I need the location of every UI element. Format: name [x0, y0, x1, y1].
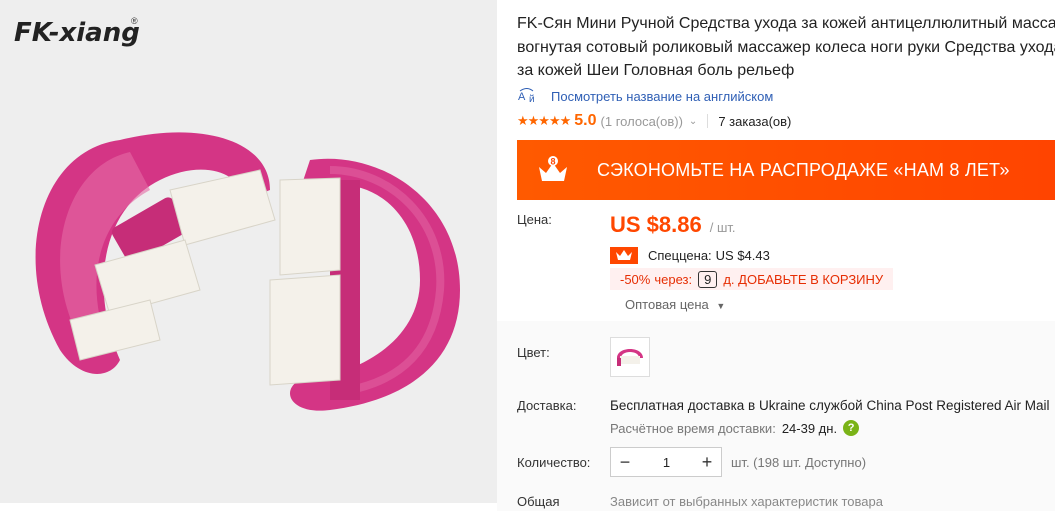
price-unit: / шт.: [709, 220, 736, 235]
days-left-badge: 9: [698, 270, 718, 288]
color-label: Цвет:: [517, 345, 550, 360]
votes-link[interactable]: (1 голоса(ов)): [601, 114, 683, 129]
eta-value: 24-39 дн.: [781, 420, 838, 436]
discount-percent: -50%: [620, 271, 651, 287]
add-to-cart-hint: д. ДОБАВЬТЕ В КОРЗИНУ: [723, 271, 884, 287]
eta-label: Расчётное время доставки:: [610, 420, 776, 436]
shipping-method[interactable]: Бесплатная доставка в Ukraine службой Ch…: [610, 398, 1055, 413]
quantity-available: шт. (198 шт. Доступно): [731, 455, 867, 470]
svg-text:й: й: [529, 94, 535, 104]
title-line: FK-Сян Мини Ручной Средства ухода за кож…: [517, 15, 1055, 32]
translate-icon: A й: [517, 88, 541, 105]
total-label: Общая: [517, 494, 560, 509]
rating-row: ★★★★★ 5.0 (1 голоса(ов)) ⌄ 7 заказа(ов): [517, 111, 791, 131]
help-icon[interactable]: ?: [843, 420, 860, 436]
options-section-bg: [497, 321, 1055, 511]
chevron-down-icon[interactable]: ⌄: [689, 116, 697, 127]
title-line: за кожей Шеи Головная боль рельеф: [517, 62, 795, 79]
svg-text:A: A: [518, 91, 526, 103]
shipping-label: Доставка:: [517, 398, 577, 413]
delivery-estimate: Расчётное время доставки: 24-39 дн. ?: [610, 420, 860, 436]
translate-label: Посмотреть название на английском: [551, 88, 774, 104]
discount-countdown: -50% через: 9 д. ДОБАВЬТЕ В КОРЗИНУ: [610, 268, 894, 290]
orders-count: 7 заказа(ов): [718, 113, 792, 129]
special-price: Спеццена: US $4.43: [610, 247, 770, 264]
price-row: US $8.86 / шт.: [610, 212, 736, 238]
star-rating-icon: ★★★★★: [517, 113, 571, 128]
product-page: FK-xiang ® FK-Сян Мини Ручной Средства у…: [0, 0, 1055, 511]
sale-crown-icon: [610, 247, 638, 264]
wholesale-price-toggle[interactable]: Оптовая цена ▼: [625, 297, 725, 312]
crown-icon: 8: [537, 155, 569, 185]
brand-logo: FK-xiang: [14, 18, 140, 48]
title-line: вогнутая сотовый роликовый массажер коле…: [517, 38, 1055, 56]
promo-banner[interactable]: 8 СЭКОНОМЬТЕ НА РАСПРОДАЖЕ «НАМ 8 ЛЕТ»: [517, 140, 1055, 200]
registered-mark: ®: [131, 16, 138, 26]
quantity-input[interactable]: 1: [639, 454, 693, 470]
price-label: Цена:: [517, 212, 552, 227]
special-price-value: US $4.43: [715, 248, 770, 263]
increase-quantity-button[interactable]: +: [693, 448, 721, 476]
translate-link[interactable]: A й Посмотреть название на английском: [517, 88, 774, 105]
divider: [707, 114, 709, 128]
rating-value: 5.0: [574, 112, 597, 129]
discount-through: через:: [654, 271, 693, 287]
quantity-stepper: − 1 +: [610, 447, 722, 477]
decrease-quantity-button[interactable]: −: [611, 448, 639, 476]
product-details: FK-Сян Мини Ручной Средства ухода за кож…: [497, 0, 1055, 511]
quantity-label: Количество:: [517, 455, 591, 470]
color-option-thumbnail[interactable]: [610, 337, 650, 377]
svg-text:8: 8: [550, 157, 555, 167]
special-price-label: Спеццена:: [648, 248, 712, 263]
wholesale-label: Оптовая цена: [625, 297, 709, 312]
product-image[interactable]: [0, 60, 497, 500]
total-note: Зависит от выбранных характеристик товар…: [610, 494, 883, 509]
promo-text: СЭКОНОМЬТЕ НА РАСПРОДАЖЕ «НАМ 8 ЛЕТ»: [597, 159, 1010, 180]
product-gallery[interactable]: FK-xiang ®: [0, 0, 497, 503]
caret-down-icon: ▼: [716, 301, 726, 311]
product-title: FK-Сян Мини Ручной Средства ухода за кож…: [517, 12, 1055, 83]
price-value: US $8.86: [610, 212, 702, 237]
